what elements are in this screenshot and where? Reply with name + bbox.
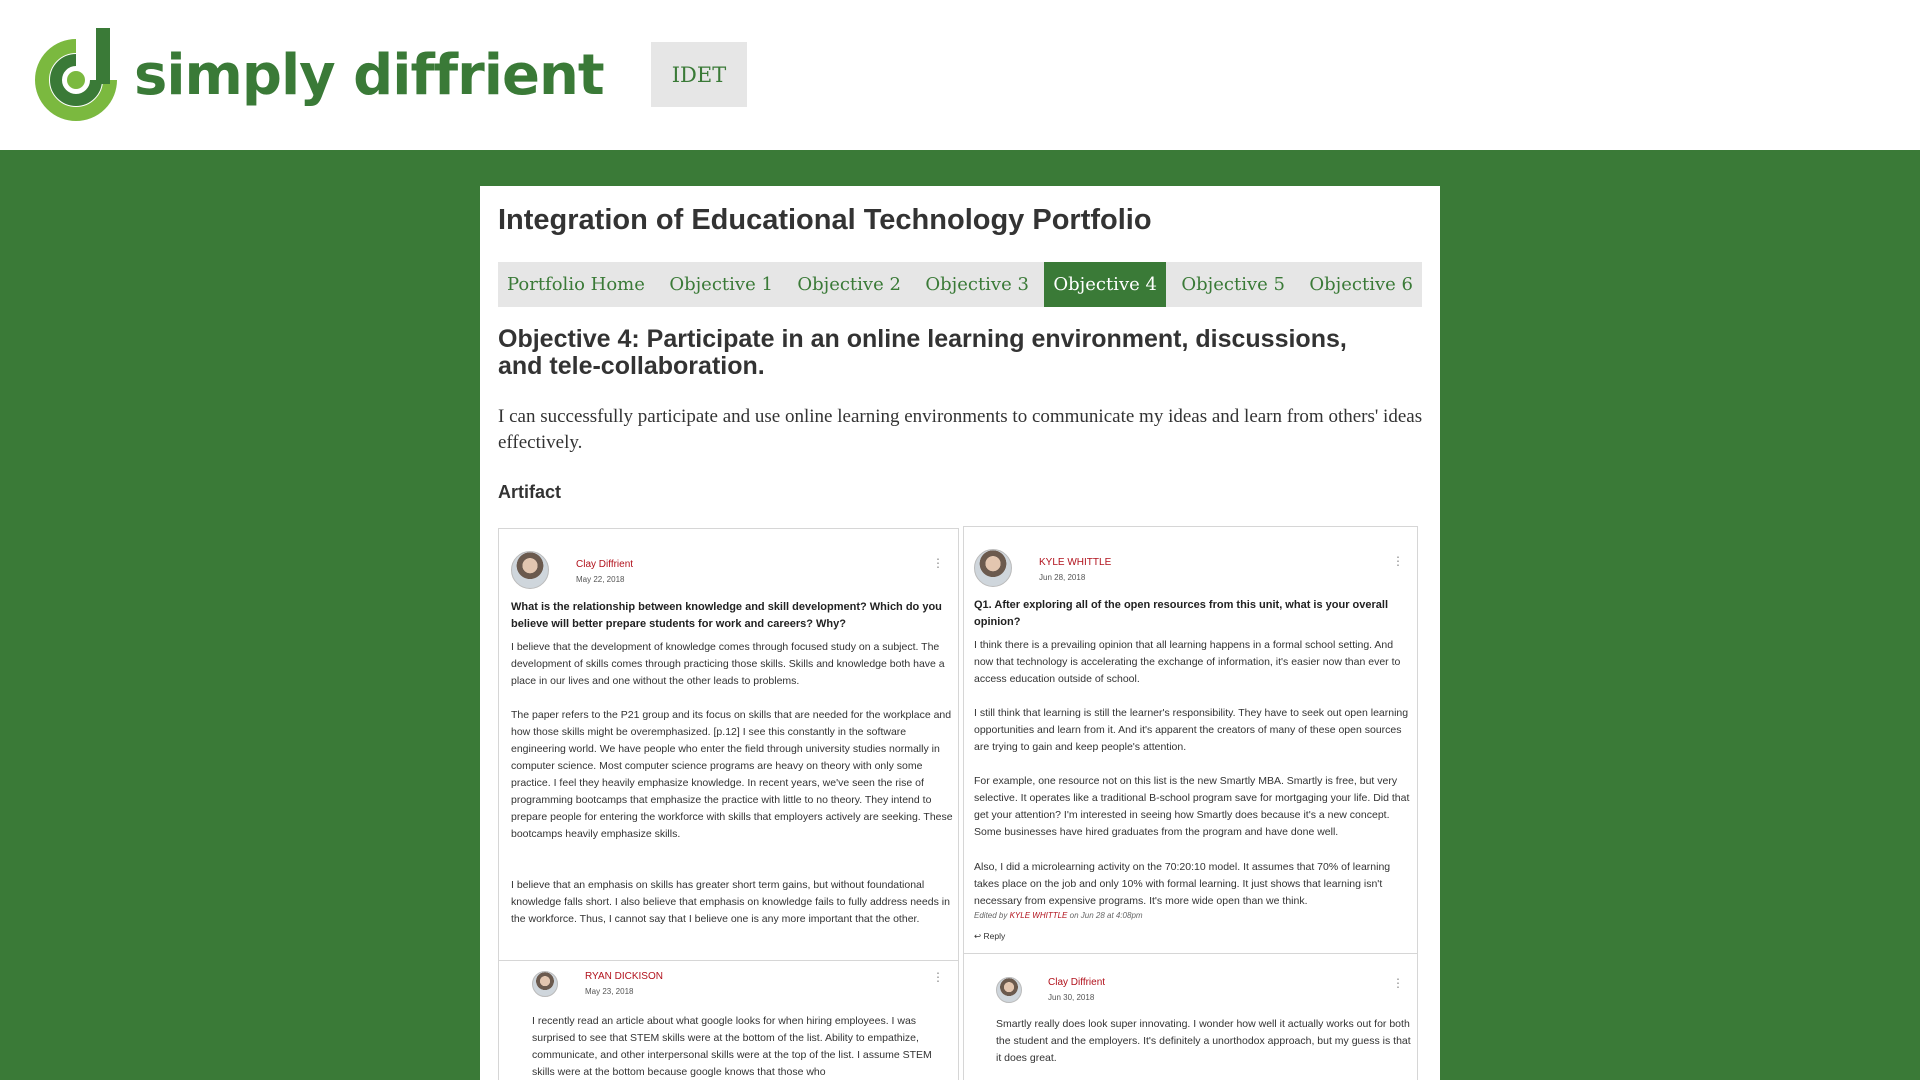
post-paragraph: I believe that the development of knowle… bbox=[511, 641, 945, 687]
discussion-reply: Clay Diffrient Jun 30, 2018 ⋮ Smartly re… bbox=[964, 954, 1417, 1080]
post-paragraph: I think there is a prevailing opinion th… bbox=[974, 639, 1401, 685]
edited-prefix: Edited by bbox=[974, 911, 1008, 920]
portfolio-panel: Integration of Educational Technology Po… bbox=[480, 186, 1440, 1080]
tab-objective-6[interactable]: Objective 6 bbox=[1300, 262, 1422, 307]
tab-objective-1[interactable]: Objective 1 bbox=[660, 262, 782, 307]
avatar bbox=[974, 549, 1012, 587]
avatar bbox=[511, 551, 549, 589]
edited-suffix: on Jun 28 at 4:08pm bbox=[1069, 911, 1143, 920]
avatar bbox=[532, 971, 558, 997]
reply-button[interactable]: ↩ Reply bbox=[974, 931, 1005, 942]
reply-options-icon[interactable]: ⋮ bbox=[932, 971, 944, 983]
objective-nav: Portfolio Home Objective 1 Objective 2 O… bbox=[498, 262, 1422, 307]
reply-date: Jun 30, 2018 bbox=[1048, 993, 1095, 1002]
logo-text: simply diffrient bbox=[134, 42, 605, 108]
reply-text: Smartly really does look super innovatin… bbox=[996, 1018, 1411, 1064]
tab-objective-4[interactable]: Objective 4 bbox=[1044, 262, 1166, 307]
post-question: What is the relationship between knowled… bbox=[511, 601, 942, 630]
objective-heading: Objective 4: Participate in an online le… bbox=[498, 325, 1347, 380]
objective-intro: I can successfully participate and use o… bbox=[498, 406, 1423, 453]
edited-note: Edited by KYLE WHITTLE on Jun 28 at 4:08… bbox=[974, 911, 1143, 920]
post-author[interactable]: KYLE WHITTLE bbox=[1039, 557, 1111, 568]
tab-objective-3[interactable]: Objective 3 bbox=[916, 262, 1038, 307]
post-date: May 22, 2018 bbox=[576, 575, 625, 584]
avatar bbox=[996, 977, 1022, 1003]
discussion-column-left: Clay Diffrient May 22, 2018 ⋮ What is th… bbox=[498, 528, 959, 1080]
post-paragraph: I still think that learning is still the… bbox=[974, 707, 1409, 753]
idet-button[interactable]: IDET bbox=[651, 42, 747, 107]
post-date: Jun 28, 2018 bbox=[1039, 573, 1086, 582]
page-title: Integration of Educational Technology Po… bbox=[498, 204, 1152, 236]
reply-options-icon[interactable]: ⋮ bbox=[1392, 977, 1404, 989]
post-paragraph: For example, one resource not on this li… bbox=[974, 775, 1410, 838]
discussion-post: KYLE WHITTLE Jun 28, 2018 ⋮ Q1. After ex… bbox=[964, 527, 1417, 952]
post-author[interactable]: Clay Diffrient bbox=[576, 559, 633, 570]
post-options-icon[interactable]: ⋮ bbox=[1392, 555, 1404, 567]
post-question: Q1. After exploring all of the open reso… bbox=[974, 599, 1389, 628]
reply-author[interactable]: RYAN DICKISON bbox=[585, 971, 663, 982]
logo-d-icon bbox=[35, 28, 117, 121]
tab-objective-2[interactable]: Objective 2 bbox=[788, 262, 910, 307]
post-paragraph: The paper refers to the P21 group and it… bbox=[511, 709, 953, 840]
post-options-icon[interactable]: ⋮ bbox=[932, 557, 944, 569]
discussion-post: Clay Diffrient May 22, 2018 ⋮ What is th… bbox=[499, 529, 958, 959]
artifact-discussion-image: Clay Diffrient May 22, 2018 ⋮ What is th… bbox=[498, 526, 1418, 1080]
site-header: simply diffrient IDET bbox=[0, 0, 1920, 150]
reply-text: I recently read an article about what go… bbox=[532, 1015, 932, 1078]
tab-objective-5[interactable]: Objective 5 bbox=[1172, 262, 1294, 307]
reply-author[interactable]: Clay Diffrient bbox=[1048, 977, 1105, 988]
artifact-heading: Artifact bbox=[498, 482, 562, 502]
reply-date: May 23, 2018 bbox=[585, 987, 634, 996]
tab-portfolio-home[interactable]: Portfolio Home bbox=[498, 262, 654, 307]
discussion-column-right: KYLE WHITTLE Jun 28, 2018 ⋮ Q1. After ex… bbox=[963, 526, 1418, 1080]
post-paragraph: I believe that an emphasis on skills has… bbox=[511, 879, 950, 925]
edited-by[interactable]: KYLE WHITTLE bbox=[1010, 911, 1068, 920]
site-logo[interactable]: simply diffrient bbox=[34, 26, 605, 124]
discussion-reply: RYAN DICKISON May 23, 2018 ⋮ I recently … bbox=[499, 961, 958, 1080]
post-paragraph: Also, I did a microlearning activity on … bbox=[974, 861, 1391, 907]
